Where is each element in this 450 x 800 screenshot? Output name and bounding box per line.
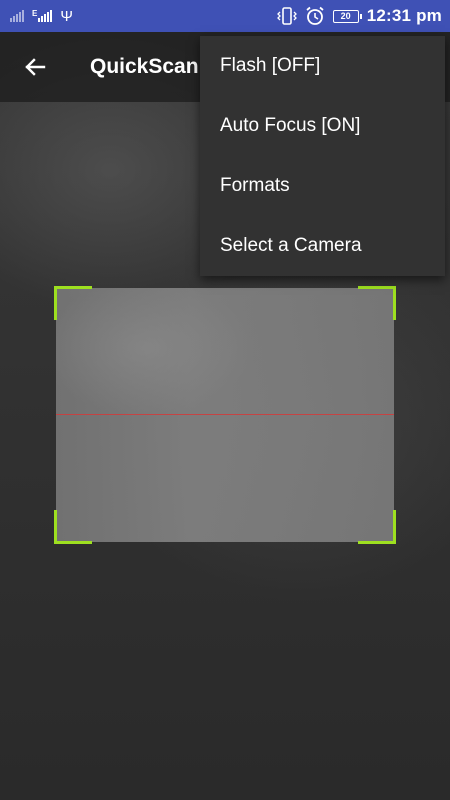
scan-frame-corner — [358, 510, 396, 544]
battery-icon: 20 — [332, 9, 362, 23]
scan-frame-corner — [358, 286, 396, 320]
network-type-label: E — [32, 9, 38, 18]
scan-frame-corner — [54, 510, 92, 544]
menu-item-auto-focus[interactable]: Auto Focus [ON] — [200, 96, 445, 156]
menu-item-flash[interactable]: Flash [OFF] — [200, 36, 445, 96]
scan-laser-line — [56, 414, 394, 415]
back-button[interactable] — [0, 32, 70, 102]
battery-level: 20 — [340, 10, 351, 21]
app-title: QuickScan — [90, 55, 199, 78]
data-signal-group: E — [32, 9, 53, 22]
scan-viewfinder — [54, 286, 396, 544]
vibrate-icon — [276, 7, 297, 25]
menu-item-formats[interactable]: Formats — [200, 156, 445, 216]
signal-icon — [10, 10, 24, 22]
arrow-back-icon — [25, 58, 46, 76]
signal-icon — [38, 10, 53, 22]
usb-icon: Ψ — [60, 7, 73, 25]
status-clock: 12:31 pm — [366, 6, 442, 25]
status-bar: E Ψ 20 12:31 pm — [0, 0, 450, 32]
menu-item-select-camera[interactable]: Select a Camera — [200, 216, 445, 276]
scanner-screen: E Ψ 20 12:31 pm QuickScan Flash [OFF] Au… — [0, 0, 450, 800]
status-right-group: 20 12:31 pm — [276, 6, 442, 26]
scan-frame-corner — [54, 286, 92, 320]
alarm-icon — [306, 6, 324, 25]
status-left-group: E Ψ — [10, 9, 73, 24]
overflow-menu: Flash [OFF] Auto Focus [ON] Formats Sele… — [200, 36, 445, 276]
